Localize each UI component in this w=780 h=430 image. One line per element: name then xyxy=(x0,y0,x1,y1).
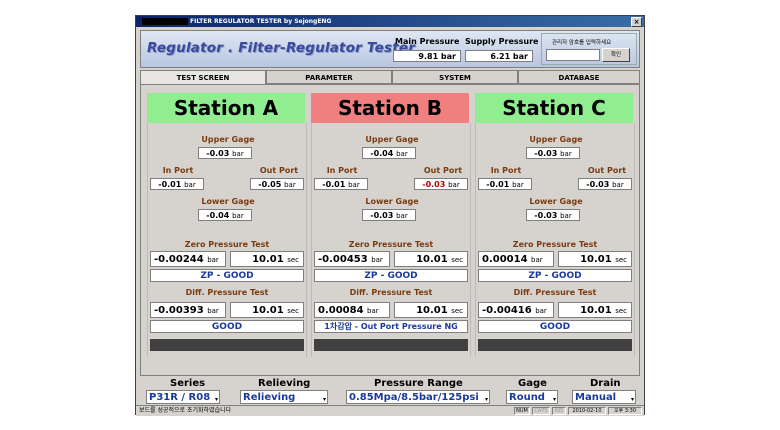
admin-password-label: 관리자 암호를 입력하세요 xyxy=(552,40,612,46)
relieving-select[interactable]: Relieving ▾ xyxy=(240,390,328,404)
diff-test-time: 10.01 sec xyxy=(558,302,632,318)
diff-test-time: 10.01 sec xyxy=(230,302,304,318)
upper-gage-label: Upper Gage xyxy=(201,135,255,144)
lower-gage-value: -0.03 bar xyxy=(526,209,580,221)
in-port-value: -0.01 bar xyxy=(314,178,368,190)
admin-password-input[interactable] xyxy=(546,49,600,61)
diff-test-result: 1차감압 - Out Port Pressure NG xyxy=(314,320,468,333)
tab-database[interactable]: DATABASE xyxy=(518,70,640,84)
ins-indicator: INS xyxy=(552,407,566,415)
lower-gage-value: -0.04 bar xyxy=(198,209,252,221)
lower-gage-value: -0.03 bar xyxy=(362,209,416,221)
drain-label: Drain xyxy=(590,378,621,389)
caps-indicator: CAPS xyxy=(532,407,550,415)
status-time: 오후 3:30 xyxy=(608,407,642,415)
zero-test-time: 10.01 sec xyxy=(394,251,468,267)
series-select[interactable]: P31R / R08 ▾ xyxy=(146,390,220,404)
pressure-range-select[interactable]: 0.85Mpa/8.5bar/125psi ▾ xyxy=(346,390,490,404)
upper-gage-value: -0.03 bar xyxy=(198,147,252,159)
app-window: FILTER REGULATOR TESTER by SejongENG × R… xyxy=(135,15,645,416)
relieving-label: Relieving xyxy=(258,378,311,389)
app-header: Regulator . Filter-Regulator Tester Main… xyxy=(140,30,640,68)
lower-gage-label: Lower Gage xyxy=(201,197,255,206)
in-port-label: In Port xyxy=(162,166,194,175)
upper-gage-label: Upper Gage xyxy=(529,135,583,144)
diff-test-result: GOOD xyxy=(150,320,304,333)
supply-pressure-value: 6.21 bar xyxy=(465,50,533,62)
lower-gage-label: Lower Gage xyxy=(365,197,419,206)
zero-test-result: ZP - GOOD xyxy=(150,269,304,282)
admin-confirm-button[interactable]: 확인 xyxy=(602,48,630,62)
station-a-header: Station A xyxy=(147,93,305,123)
zero-test-label: Zero Pressure Test xyxy=(512,240,598,249)
supply-pressure-label: Supply Pressure xyxy=(465,37,539,46)
station-a-panel: Station A Upper Gage -0.03 bar In Port -… xyxy=(147,93,307,365)
out-port-label: Out Port xyxy=(423,166,463,175)
redacted-title-prefix xyxy=(142,18,188,25)
main-pressure-value: 9.81 bar xyxy=(393,50,461,62)
in-port-label: In Port xyxy=(490,166,522,175)
upper-gage-label: Upper Gage xyxy=(365,135,419,144)
station-b-body: Upper Gage -0.04 bar In Port -0.01 bar O… xyxy=(311,123,471,357)
status-message: 보드를 성공적으로 초기화하였습니다 xyxy=(139,407,232,414)
zero-test-time: 10.01 sec xyxy=(230,251,304,267)
gage-select[interactable]: Round ▾ xyxy=(506,390,558,404)
main-pressure-label: Main Pressure xyxy=(395,37,460,46)
gage-label: Gage xyxy=(518,378,547,389)
series-label: Series xyxy=(170,378,206,389)
zero-test-value: -0.00244 bar xyxy=(150,251,226,267)
tab-parameter[interactable]: PARAMETER xyxy=(266,70,392,84)
out-port-value: -0.05 bar xyxy=(250,178,304,190)
station-a-status-bar xyxy=(150,339,304,351)
station-a-body: Upper Gage -0.03 bar In Port -0.01 bar O… xyxy=(147,123,307,357)
title-bar: FILTER REGULATOR TESTER by SejongENG × xyxy=(136,16,644,27)
in-port-value: -0.01 bar xyxy=(478,178,532,190)
in-port-value: -0.01 bar xyxy=(150,178,204,190)
station-b-panel: Station B Upper Gage -0.04 bar In Port -… xyxy=(311,93,471,365)
diff-test-value: 0.00084 bar xyxy=(314,302,390,318)
diff-test-result: GOOD xyxy=(478,320,632,333)
tab-test-screen[interactable]: TEST SCREEN xyxy=(140,70,266,84)
station-c-status-bar xyxy=(478,339,632,351)
zero-test-value: -0.00453 bar xyxy=(314,251,390,267)
zero-test-result: ZP - GOOD xyxy=(478,269,632,282)
zero-test-time: 10.01 sec xyxy=(558,251,632,267)
out-port-value: -0.03 bar xyxy=(578,178,632,190)
status-date: 2010-02-10 xyxy=(568,407,606,415)
in-port-label: In Port xyxy=(326,166,358,175)
out-port-label: Out Port xyxy=(259,166,299,175)
station-c-body: Upper Gage -0.03 bar In Port -0.01 bar O… xyxy=(475,123,635,357)
diff-test-value: -0.00416 bar xyxy=(478,302,554,318)
test-screen-panel: Station A Upper Gage -0.03 bar In Port -… xyxy=(140,84,640,376)
zero-test-label: Zero Pressure Test xyxy=(184,240,270,249)
station-c-panel: Station C Upper Gage -0.03 bar In Port -… xyxy=(475,93,635,365)
diff-test-value: -0.00393 bar xyxy=(150,302,226,318)
close-button[interactable]: × xyxy=(631,17,642,27)
num-indicator: NUM xyxy=(514,407,530,415)
admin-login-panel: 관리자 암호를 입력하세요 확인 xyxy=(541,33,637,65)
drain-select[interactable]: Manual ▾ xyxy=(572,390,636,404)
diff-test-label: Diff. Pressure Test xyxy=(349,288,433,297)
station-b-status-bar xyxy=(314,339,468,351)
out-port-value: -0.03 bar xyxy=(414,178,468,190)
tab-bar: TEST SCREEN PARAMETER SYSTEM DATABASE xyxy=(140,70,640,84)
diff-test-label: Diff. Pressure Test xyxy=(513,288,597,297)
upper-gage-value: -0.04 bar xyxy=(362,147,416,159)
pressure-range-label: Pressure Range xyxy=(374,378,463,389)
tab-system[interactable]: SYSTEM xyxy=(392,70,518,84)
diff-test-time: 10.01 sec xyxy=(394,302,468,318)
upper-gage-value: -0.03 bar xyxy=(526,147,580,159)
zero-test-result: ZP - GOOD xyxy=(314,269,468,282)
lower-gage-label: Lower Gage xyxy=(529,197,583,206)
status-bar: 보드를 성공적으로 초기화하였습니다 NUM CAPS INS 2010-02-… xyxy=(136,405,644,416)
window-title: FILTER REGULATOR TESTER by SejongENG xyxy=(190,18,332,25)
zero-test-value: 0.00014 bar xyxy=(478,251,554,267)
zero-test-label: Zero Pressure Test xyxy=(348,240,434,249)
out-port-label: Out Port xyxy=(587,166,627,175)
app-title: Regulator . Filter-Regulator Tester xyxy=(147,40,416,56)
diff-test-label: Diff. Pressure Test xyxy=(185,288,269,297)
station-c-header: Station C xyxy=(475,93,633,123)
station-b-header: Station B xyxy=(311,93,469,123)
model-settings-bar: Series P31R / R08 ▾ Relieving Relieving ▾ … xyxy=(140,378,640,404)
